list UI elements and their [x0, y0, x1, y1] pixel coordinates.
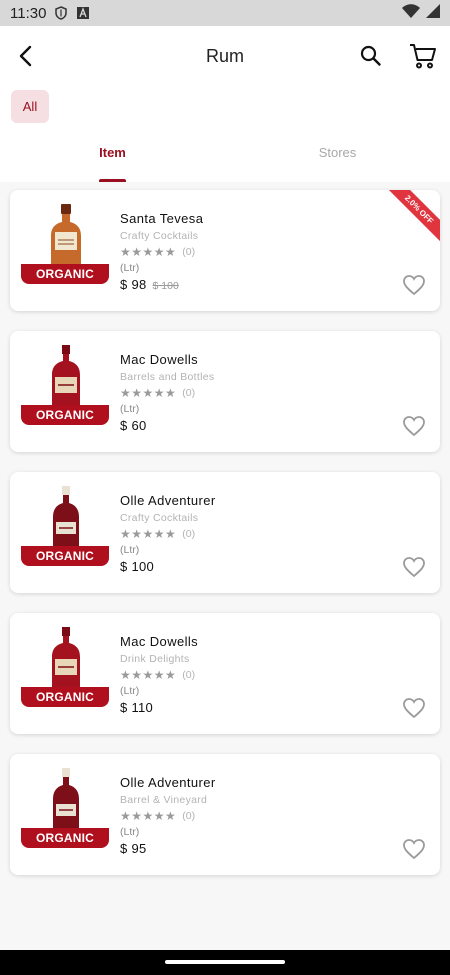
- rating-count: (0): [182, 528, 196, 540]
- product-card[interactable]: ORGANIC Olle Adventurer Crafty Cocktails…: [10, 472, 440, 593]
- price: $ 60: [120, 418, 147, 433]
- product-name: Mac Dowells: [120, 634, 199, 649]
- store-name: Crafty Cocktails: [120, 512, 199, 524]
- unit-label: (Ltr): [120, 403, 140, 415]
- heart-icon[interactable]: [402, 697, 426, 719]
- search-icon: [360, 45, 381, 66]
- rating: ★★★★★ (0): [120, 527, 380, 541]
- unit-label: (Ltr): [120, 685, 140, 697]
- store-name: Drink Delights: [120, 653, 190, 665]
- a-notification-icon: [76, 6, 90, 20]
- price: $ 95: [120, 841, 147, 856]
- product-name: Olle Adventurer: [120, 775, 216, 790]
- organic-badge: ORGANIC: [21, 264, 109, 284]
- price: $ 110: [120, 700, 154, 715]
- rating-count: (0): [182, 246, 196, 258]
- cart-icon: [410, 44, 436, 69]
- star-rating-icon: ★★★★★: [120, 668, 177, 682]
- cart-button[interactable]: [408, 41, 438, 71]
- organic-badge: ORGANIC: [21, 687, 109, 707]
- product-name: Mac Dowells: [120, 352, 199, 367]
- shield-icon: [54, 6, 68, 20]
- star-rating-icon: ★★★★★: [120, 245, 177, 259]
- unit-label: (Ltr): [120, 262, 140, 274]
- rating-count: (0): [182, 669, 196, 681]
- product-name: Olle Adventurer: [120, 493, 216, 508]
- product-card[interactable]: ORGANIC Mac Dowells Barrels and Bottles …: [10, 331, 440, 452]
- search-button[interactable]: [358, 43, 384, 69]
- organic-badge: ORGANIC: [21, 828, 109, 848]
- rating: ★★★★★ (0): [120, 809, 380, 823]
- rating: ★★★★★ (0): [120, 386, 380, 400]
- store-name: Crafty Cocktails: [120, 230, 199, 242]
- unit-label: (Ltr): [120, 544, 140, 556]
- product-name: Santa Tevesa: [120, 211, 204, 226]
- status-bar: 11:30: [0, 0, 450, 26]
- price: $ 100: [120, 559, 155, 574]
- product-list: ORGANIC Santa Tevesa Crafty Cocktails ★★…: [10, 190, 440, 895]
- status-time: 11:30: [10, 4, 47, 22]
- discount-label: 2.0% OFF: [381, 190, 440, 247]
- tab-stores[interactable]: Stores: [225, 134, 450, 182]
- signal-icon: [426, 4, 440, 22]
- rating-count: (0): [182, 387, 196, 399]
- system-nav-bar: [0, 950, 450, 975]
- product-card[interactable]: ORGANIC Santa Tevesa Crafty Cocktails ★★…: [10, 190, 440, 311]
- store-name: Barrel & Vineyard: [120, 794, 208, 806]
- discount-ribbon: 2.0% OFF: [380, 190, 440, 250]
- star-rating-icon: ★★★★★: [120, 809, 177, 823]
- star-rating-icon: ★★★★★: [120, 386, 177, 400]
- star-rating-icon: ★★★★★: [120, 527, 177, 541]
- store-name: Barrels and Bottles: [120, 371, 215, 383]
- heart-icon[interactable]: [402, 556, 426, 578]
- heart-icon[interactable]: [402, 838, 426, 860]
- organic-badge: ORGANIC: [21, 405, 109, 425]
- heart-icon[interactable]: [402, 415, 426, 437]
- unit-label: (Ltr): [120, 826, 140, 838]
- wifi-icon: [402, 4, 420, 22]
- app-header: Rum: [0, 26, 450, 86]
- home-gesture-handle[interactable]: [165, 960, 285, 964]
- tab-active-indicator: [99, 179, 126, 182]
- tab-bar: Item Stores: [0, 134, 450, 182]
- tab-item[interactable]: Item: [0, 134, 225, 182]
- product-card[interactable]: ORGANIC Olle Adventurer Barrel & Vineyar…: [10, 754, 440, 875]
- price: $ 98: [120, 277, 147, 292]
- filter-chip-all[interactable]: All: [11, 90, 49, 123]
- original-price: $ 100: [152, 280, 179, 292]
- rating: ★★★★★ (0): [120, 245, 380, 259]
- rating-count: (0): [182, 810, 196, 822]
- tab-item-label: Item: [99, 145, 126, 160]
- tab-stores-label: Stores: [318, 145, 357, 160]
- organic-badge: ORGANIC: [21, 546, 109, 566]
- product-card[interactable]: ORGANIC Mac Dowells Drink Delights ★★★★★…: [10, 613, 440, 734]
- heart-icon[interactable]: [402, 274, 426, 296]
- filter-bar: All: [0, 86, 450, 134]
- rating: ★★★★★ (0): [120, 668, 380, 682]
